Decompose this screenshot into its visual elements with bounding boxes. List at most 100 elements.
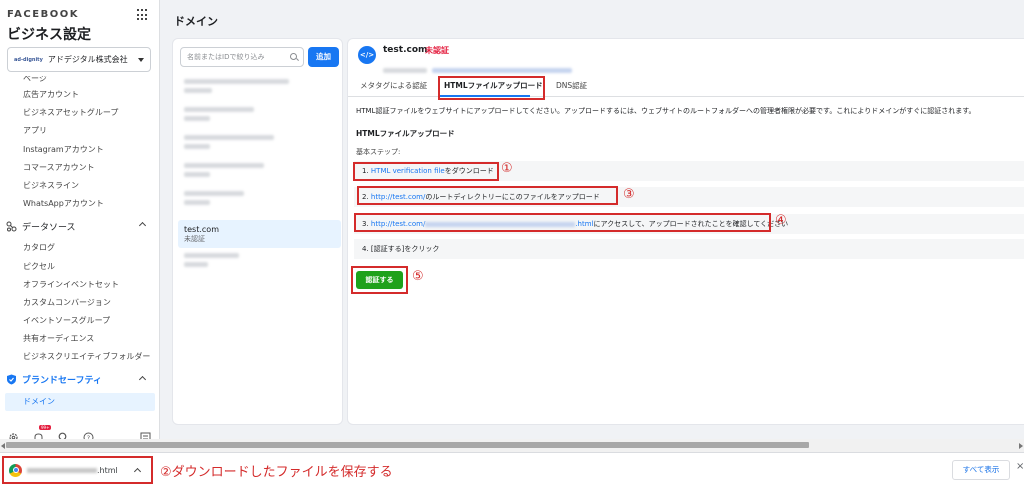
redacted-status (184, 116, 210, 121)
domain-name: test.com (184, 225, 219, 234)
upload-description: HTML認証ファイルをウェブサイトにアップロードしてください。アップロードするに… (356, 107, 976, 115)
search-icon (290, 53, 297, 60)
business-settings-app: FACEBOOK ビジネス設定 ad-dignity アドデジタル株式会社 ペー… (0, 0, 1024, 452)
sidebar-section-label: データソース (22, 222, 76, 233)
domain-detail-panel: </> test.com 未認証 メタタグによる認証 HTMLファイルアップロー… (347, 38, 1024, 425)
detail-domain-name: test.com (383, 45, 428, 55)
sidebar-item-ad-accounts[interactable]: 広告アカウント (0, 86, 160, 104)
sidebar-item-business-lines[interactable]: ビジネスライン (0, 177, 160, 195)
scroll-left-icon[interactable] (1, 443, 5, 449)
show-all-button[interactable]: すべて表示 (952, 460, 1010, 480)
redacted-status (184, 262, 208, 267)
sidebar-item-commerce[interactable]: コマースアカウント (0, 159, 160, 177)
shield-icon (6, 374, 17, 385)
redacted-status (184, 144, 210, 149)
account-name: アドデジタル株式会社 (47, 55, 128, 64)
upload-subtitle: HTMLファイルアップロード (356, 129, 455, 138)
chevron-up-icon[interactable] (133, 467, 141, 476)
redacted-status (184, 88, 212, 93)
sidebar-item-pages[interactable]: ページ (0, 76, 160, 86)
scroll-right-icon[interactable] (1019, 443, 1023, 449)
scrollbar-thumb[interactable] (6, 442, 809, 448)
sidebar-item-catalogs[interactable]: カタログ (0, 239, 160, 257)
report-icon[interactable] (140, 428, 151, 442)
sidebar-item-pixels[interactable]: ピクセル (0, 258, 160, 276)
list-item[interactable] (178, 75, 341, 103)
highlight-box-step2 (357, 186, 618, 205)
code-icon: </> (358, 46, 376, 64)
horizontal-scrollbar[interactable] (0, 439, 1024, 452)
domain-list-panel: 名前またはIDで絞り込み 追加 test.com 未認証 (172, 38, 343, 425)
sidebar-item-shared-audiences[interactable]: 共有オーディエンス (0, 330, 160, 348)
account-selector[interactable]: ad-dignity アドデジタル株式会社 (7, 47, 151, 72)
list-item[interactable] (178, 159, 341, 187)
redacted-status (184, 172, 210, 177)
redacted-domain (184, 135, 274, 140)
chrome-icon (9, 463, 22, 477)
download-item[interactable]: .html (2, 456, 153, 484)
annotation-2: ②ダウンロードしたファイルを保存する (160, 465, 393, 480)
notification-badge: 99+ (39, 424, 52, 430)
sidebar-item-offline-event-sets[interactable]: オフラインイベントセット (0, 276, 160, 294)
redacted-domain (184, 79, 289, 84)
list-item[interactable] (178, 249, 341, 277)
tab-meta-tag[interactable]: メタタグによる認証 (360, 80, 427, 91)
close-icon[interactable]: × (1016, 461, 1024, 472)
redacted-domain (184, 163, 264, 168)
highlight-box-step3 (354, 213, 771, 232)
redacted-status (184, 200, 210, 205)
annotation-1: ① (501, 161, 513, 176)
annotation-3: ③ (623, 187, 635, 202)
highlight-box-verify (351, 266, 408, 294)
highlight-box-tab (438, 76, 545, 100)
status-badge: 未認証 (425, 46, 449, 55)
domains-heading: ドメイン (174, 15, 218, 28)
add-button[interactable]: 追加 (308, 47, 339, 67)
sidebar-item-event-source-groups[interactable]: イベントソースグループ (0, 312, 160, 330)
list-item-selected[interactable]: test.com 未認証 (178, 220, 341, 248)
download-filename: .html (27, 466, 118, 475)
help-icon[interactable]: ? (83, 428, 94, 442)
chevron-down-icon (138, 57, 144, 62)
tab-dns[interactable]: DNS認証 (556, 80, 587, 91)
sidebar-item-custom-conversions[interactable]: カスタムコンバージョン (0, 294, 160, 312)
sidebar: FACEBOOK ビジネス設定 ad-dignity アドデジタル株式会社 ペー… (0, 0, 160, 452)
chevron-up-icon (138, 222, 147, 230)
sidebar-item-creative-folders[interactable]: ビジネスクリエイティブフォルダー (0, 348, 160, 366)
list-item[interactable] (178, 131, 341, 159)
domain-status: 未認証 (184, 235, 205, 243)
sidebar-section-label: ブランドセーフティ (22, 376, 102, 387)
facebook-logo: FACEBOOK (7, 9, 79, 20)
redacted-filename (27, 467, 97, 473)
search-input[interactable]: 名前またはIDで絞り込み (180, 47, 304, 67)
download-bar: .html ②ダウンロードしたファイルを保存する すべて表示 × (0, 452, 1024, 486)
redacted-domain (184, 253, 239, 258)
list-item[interactable] (178, 103, 341, 131)
redacted-domain (184, 107, 254, 112)
search-icon[interactable] (58, 428, 69, 442)
page-title: ビジネス設定 (7, 27, 91, 43)
annotation-4: ④ (775, 213, 787, 228)
apps-grid-icon[interactable] (137, 9, 149, 21)
annotation-5: ⑤ (412, 269, 424, 284)
notifications-icon[interactable]: 99+ (33, 424, 52, 440)
gear-icon[interactable] (8, 428, 19, 442)
sidebar-section-data-sources[interactable]: データソース (0, 213, 160, 239)
account-logo: ad-dignity (14, 56, 43, 63)
redacted-domain (184, 191, 244, 196)
sidebar-item-whatsapp[interactable]: WhatsAppアカウント (0, 195, 160, 213)
sidebar-item-apps[interactable]: アプリ (0, 122, 160, 140)
list-item[interactable] (178, 187, 341, 215)
steps-label: 基本ステップ: (356, 148, 401, 156)
sidebar-item-instagram[interactable]: Instagramアカウント (0, 141, 160, 159)
search-placeholder: 名前またはIDで絞り込み (187, 53, 265, 61)
highlight-box-step1 (353, 162, 499, 181)
sidebar-section-brand-safety[interactable]: ブランドセーフティ (0, 367, 160, 393)
chevron-up-icon (138, 375, 147, 383)
sidebar-item-domains[interactable]: ドメイン (5, 392, 155, 411)
sidebar-footer: 99+ ? (0, 424, 160, 442)
redacted-id (383, 58, 579, 73)
sidebar-item-business-asset-groups[interactable]: ビジネスアセットグループ (0, 104, 160, 122)
data-sources-icon (6, 221, 17, 232)
step-4: 4. [認証する]をクリック (354, 239, 1024, 259)
